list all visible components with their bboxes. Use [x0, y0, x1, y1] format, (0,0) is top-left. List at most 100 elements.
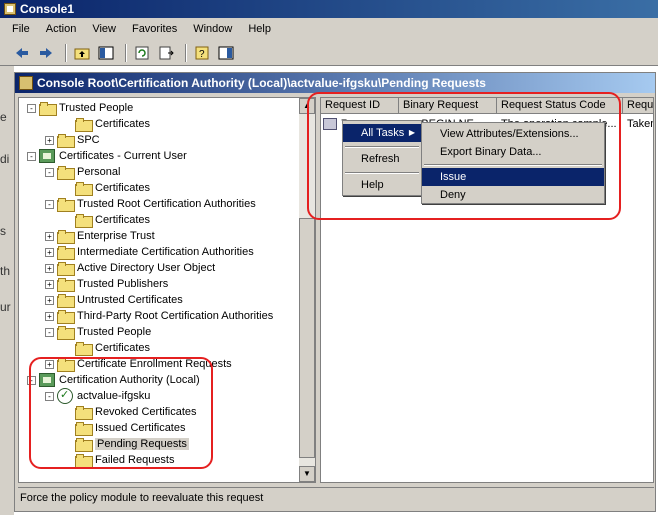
folder-icon [75, 438, 93, 452]
status-text: Force the policy module to reevaluate th… [20, 491, 264, 504]
collapse-icon[interactable]: - [27, 375, 36, 385]
tree-item-revoked-certificates[interactable]: Revoked Certificates [75, 404, 197, 420]
window-title-bar: Console1 [0, 0, 658, 18]
request-icon [323, 118, 337, 130]
menu-item-export-binary-data[interactable]: Export Binary Data... [422, 143, 604, 161]
collapse-icon[interactable]: - [45, 391, 54, 401]
folder-icon [75, 422, 93, 436]
expand-icon[interactable]: + [45, 295, 54, 305]
mmc-app-icon [4, 3, 16, 15]
menu-view[interactable]: View [84, 23, 124, 35]
tree-item-spc[interactable]: + SPC [45, 132, 100, 148]
menu-item-deny[interactable]: Deny [422, 186, 604, 204]
scroll-up-arrow-icon[interactable]: ▲ [299, 98, 315, 114]
column-header-request-id[interactable]: Request ID [321, 98, 399, 114]
tree-item-ad-user-object[interactable]: + Active Directory User Object [45, 260, 215, 276]
tree-item-trusted-people[interactable]: - Trusted People [45, 324, 151, 340]
folder-icon [57, 246, 75, 260]
tree-item-trusted-publishers[interactable]: + Trusted Publishers [45, 276, 168, 292]
menu-help[interactable]: Help [240, 23, 279, 35]
menu-item-issue[interactable]: Issue [422, 168, 604, 186]
tree-item-label: Issued Certificates [95, 422, 186, 434]
window-title: Console1 [20, 2, 75, 16]
tree-item-certificates[interactable]: Certificates [75, 180, 150, 196]
folder-icon [75, 118, 93, 132]
collapse-icon[interactable]: - [45, 199, 54, 209]
tree-item-label: Intermediate Certification Authorities [77, 246, 254, 258]
menu-item-view-attributes[interactable]: View Attributes/Extensions... [422, 125, 604, 143]
console-root-icon [19, 76, 33, 90]
tree-item-label: Pending Requests [95, 438, 189, 450]
collapse-icon[interactable]: - [27, 103, 36, 113]
tree-item-label: Failed Requests [95, 454, 175, 466]
help-icon[interactable]: ? [192, 43, 212, 63]
show-hide-action-pane-icon[interactable] [216, 43, 236, 63]
tree-item-label: Revoked Certificates [95, 406, 197, 418]
tree-item-untrusted-certificates[interactable]: + Untrusted Certificates [45, 292, 183, 308]
tree-item-label: Certificates - Current User [59, 150, 187, 162]
tree-item-certification-authority-local[interactable]: - Certification Authority (Local) [27, 372, 200, 388]
expand-icon[interactable]: + [45, 247, 54, 257]
menu-item-all-tasks[interactable]: All Tasks ▶ [343, 124, 421, 142]
expand-icon[interactable]: + [45, 135, 54, 145]
menu-bar: File Action View Favorites Window Help [0, 18, 658, 40]
expand-icon[interactable]: + [45, 359, 54, 369]
menu-item-label: Export Binary Data... [440, 146, 542, 158]
menu-item-help[interactable]: Help [343, 176, 421, 194]
column-header-requ[interactable]: Requ [623, 98, 653, 114]
console-tree: - Trusted People Certificates + SPC - Ce… [18, 97, 316, 483]
tree-item-intermediate-ca[interactable]: + Intermediate Certification Authorities [45, 244, 254, 260]
tree-item-trusted-root-ca[interactable]: - Trusted Root Certification Authorities [45, 196, 256, 212]
menu-item-refresh[interactable]: Refresh [343, 150, 421, 168]
tree-item-failed-requests[interactable]: Failed Requests [75, 452, 175, 468]
expand-icon[interactable]: + [45, 311, 54, 321]
menu-file[interactable]: File [4, 23, 38, 35]
tree-item-issued-certificates[interactable]: Issued Certificates [75, 420, 185, 436]
menu-action[interactable]: Action [38, 23, 85, 35]
export-list-icon[interactable] [156, 43, 176, 63]
tree-item-enterprise-trust[interactable]: + Enterprise Trust [45, 228, 155, 244]
expand-icon[interactable]: + [45, 279, 54, 289]
forward-arrow-icon[interactable] [36, 43, 56, 63]
folder-icon [57, 262, 75, 276]
folder-icon [57, 326, 75, 340]
cert-store-icon [39, 149, 55, 163]
tree-item-certificates[interactable]: Certificates [75, 340, 150, 356]
scroll-down-arrow-icon[interactable]: ▼ [299, 466, 315, 482]
expand-icon[interactable]: + [45, 263, 54, 273]
tree-item-cert-enrollment-requests[interactable]: + Certificate Enrollment Requests [45, 356, 232, 372]
tree-item-ca-server[interactable]: - actvalue-ifgsku [45, 388, 150, 404]
refresh-icon[interactable] [132, 43, 152, 63]
toolbar-separator [125, 43, 127, 62]
tree-item-trusted-people[interactable]: - Trusted People [27, 100, 133, 116]
tree-item-personal[interactable]: - Personal [45, 164, 120, 180]
folder-icon [57, 166, 75, 180]
tree-item-pending-requests[interactable]: Pending Requests [75, 436, 189, 452]
tree-item-certificates-current-user[interactable]: - Certificates - Current User [27, 148, 187, 164]
column-header-binary-request[interactable]: Binary Request [399, 98, 497, 114]
folder-icon [57, 358, 75, 372]
background-text: e [0, 110, 7, 124]
show-hide-tree-icon[interactable] [96, 43, 116, 63]
tree-item-certificates[interactable]: Certificates [75, 212, 150, 228]
menu-item-label: Issue [440, 171, 467, 183]
back-arrow-icon[interactable] [12, 43, 32, 63]
tree-item-third-party-root-ca[interactable]: + Third-Party Root Certification Authori… [45, 308, 273, 324]
expand-icon[interactable]: + [45, 231, 54, 241]
tree-item-certificates[interactable]: Certificates [75, 116, 150, 132]
tree-scrollbar[interactable]: ▲ ▼ [299, 98, 315, 482]
background-text: s [0, 224, 6, 238]
collapse-icon[interactable]: - [27, 151, 36, 161]
background-text: th [0, 264, 11, 278]
svg-text:?: ? [199, 49, 205, 60]
collapse-icon[interactable]: - [45, 327, 54, 337]
column-header-request-status-code[interactable]: Request Status Code [497, 98, 623, 114]
ca-server-icon [57, 388, 73, 404]
scroll-thumb[interactable] [299, 218, 315, 458]
tree-item-label: Certificates [95, 118, 151, 130]
menu-window[interactable]: Window [185, 23, 240, 35]
menu-favorites[interactable]: Favorites [124, 23, 185, 35]
collapse-icon[interactable]: - [45, 167, 54, 177]
up-folder-icon[interactable] [72, 43, 92, 63]
all-tasks-submenu: View Attributes/Extensions... Export Bin… [421, 122, 605, 204]
